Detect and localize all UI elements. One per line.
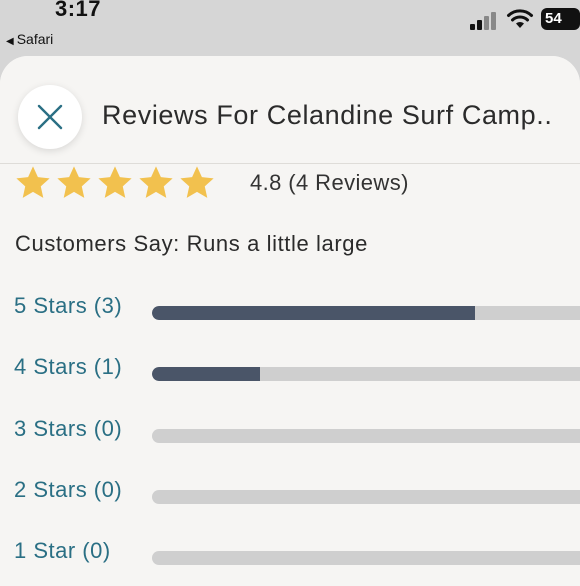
star-icon xyxy=(139,166,173,198)
star-icon xyxy=(16,166,50,198)
back-triangle-icon: ◀ xyxy=(6,36,14,47)
rating-row[interactable]: 1 Star (0) xyxy=(0,538,580,578)
rating-row[interactable]: 5 Stars (3) xyxy=(0,293,580,333)
fit-summary: Customers Say: Runs a little large xyxy=(15,231,368,256)
rating-bar-track xyxy=(152,306,580,320)
rating-row[interactable]: 3 Stars (0) xyxy=(0,416,580,456)
wifi-icon xyxy=(507,9,533,28)
rating-row-label[interactable]: 4 Stars (1) xyxy=(14,354,122,380)
rating-stars xyxy=(14,164,219,202)
rating-bar-track xyxy=(152,490,580,504)
sheet-title: Reviews For Celandine Surf Camp.. xyxy=(102,100,553,130)
reviews-sheet: Reviews For Celandine Surf Camp.. 4.8 (4… xyxy=(0,56,580,586)
rating-row-label[interactable]: 1 Star (0) xyxy=(14,538,111,564)
battery-level: 54 xyxy=(545,10,562,27)
rating-bar-fill xyxy=(152,306,476,320)
rating-row[interactable]: 2 Stars (0) xyxy=(0,477,580,517)
sheet-header: Reviews For Celandine Surf Camp.. xyxy=(0,56,580,164)
rating-summary-text: 4.8 (4 Reviews) xyxy=(250,170,409,195)
close-icon xyxy=(37,104,63,130)
rating-row-label[interactable]: 2 Stars (0) xyxy=(14,477,122,503)
battery-icon: 54 xyxy=(541,8,580,30)
star-icon xyxy=(98,166,132,198)
rating-row-label[interactable]: 3 Stars (0) xyxy=(14,416,122,442)
rating-bar-track xyxy=(152,551,580,565)
rating-bar-track xyxy=(152,367,580,381)
rating-row[interactable]: 4 Stars (1) xyxy=(0,354,580,394)
status-bar: 3:17 ◀ Safari 54 xyxy=(0,0,580,52)
star-icon xyxy=(180,166,214,198)
status-time: 3:17 xyxy=(55,0,102,21)
cellular-signal-icon xyxy=(470,10,500,30)
back-to-safari-link[interactable]: ◀ Safari xyxy=(6,31,53,47)
rating-bar-track xyxy=(152,429,580,443)
rating-row-label[interactable]: 5 Stars (3) xyxy=(14,293,122,319)
star-icon xyxy=(57,166,91,198)
close-button[interactable] xyxy=(18,85,82,149)
back-app-label: Safari xyxy=(16,31,54,47)
rating-bar-fill xyxy=(152,367,260,381)
